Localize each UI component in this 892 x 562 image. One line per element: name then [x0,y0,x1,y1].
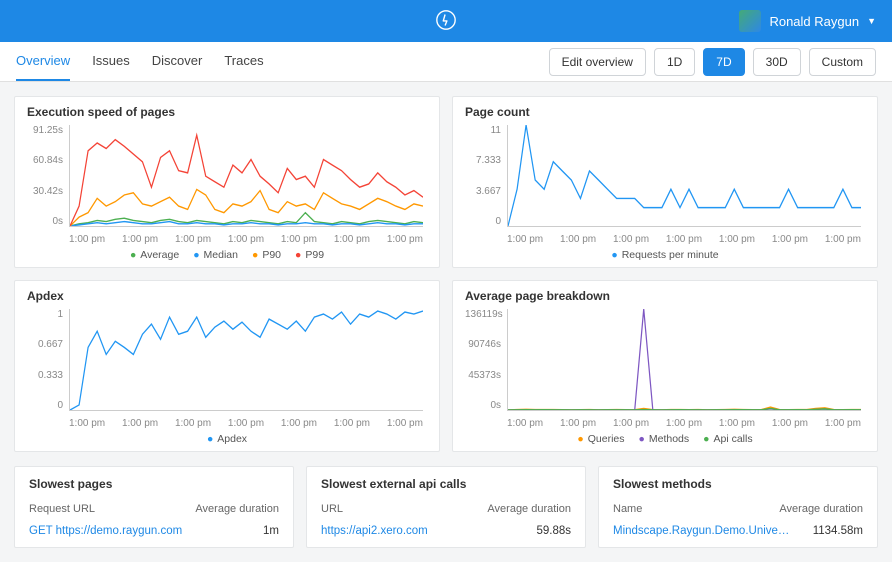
legend: Requests per minute [465,249,865,261]
chart-execution-speed: 91.25s60.84s30.42s0s1:00 pm1:00 pm1:00 p… [27,125,427,245]
legend-methods: Methods [639,433,690,445]
legend-p90: P90 [252,249,281,261]
col-avg-duration: Average duration [779,503,863,515]
col-request-url: Request URL [29,503,95,515]
chart-apdex: 10.6670.33301:00 pm1:00 pm1:00 pm1:00 pm… [27,309,427,429]
cell-duration: 59.88s [536,525,571,537]
legend-p99: P99 [295,249,324,261]
user-menu[interactable]: Ronald Raygun ▼ [739,10,876,32]
legend-median: Median [193,249,238,261]
card-title: Average page breakdown [465,289,865,303]
card-title: Execution speed of pages [27,105,427,119]
table-title: Slowest external api calls [321,477,571,491]
link-url[interactable]: https://api2.xero.com [321,525,428,537]
edit-overview-button[interactable]: Edit overview [549,48,646,76]
legend-rpm: Requests per minute [611,249,718,261]
tab-discover[interactable]: Discover [152,42,203,81]
logo-icon [435,9,457,34]
range-custom-button[interactable]: Custom [809,48,876,76]
legend-queries: Queries [577,433,624,445]
range-7d-button[interactable]: 7D [703,48,744,76]
tab-issues[interactable]: Issues [92,42,130,81]
table-row: https://api2.xero.com 59.88s [321,525,571,537]
cell-duration: 1m [263,525,279,537]
table-header: URL Average duration [321,503,571,515]
legend: Queries Methods Api calls [465,433,865,445]
card-slowest-pages: Slowest pages Request URL Average durati… [14,466,294,548]
table-row: Mindscape.Raygun.Demo.Universe... 1134.5… [613,525,863,537]
chart-breakdown: 136119s90746s45373s0s1:00 pm1:00 pm1:00 … [465,309,865,429]
link-method-name[interactable]: Mindscape.Raygun.Demo.Universe... [613,525,793,537]
link-request-url[interactable]: GET https://demo.raygun.com [29,525,182,537]
avatar [739,10,761,32]
table-header: Name Average duration [613,503,863,515]
header-bar: Ronald Raygun ▼ [0,0,892,42]
col-avg-duration: Average duration [487,503,571,515]
card-execution-speed: Execution speed of pages 91.25s60.84s30.… [14,96,440,268]
tab-traces[interactable]: Traces [224,42,263,81]
nav-tabs: Overview Issues Discover Traces [16,42,264,81]
chevron-down-icon: ▼ [867,16,876,26]
card-title: Apdex [27,289,427,303]
col-url: URL [321,503,343,515]
range-controls: Edit overview 1D 7D 30D Custom [549,48,876,76]
cell-duration: 1134.58m [813,525,863,537]
legend-average: Average [130,249,179,261]
col-name: Name [613,503,642,515]
table-title: Slowest pages [29,477,279,491]
legend: Average Median P90 P99 [27,249,427,261]
range-1d-button[interactable]: 1D [654,48,695,76]
table-row: GET https://demo.raygun.com 1m [29,525,279,537]
card-title: Page count [465,105,865,119]
legend-api: Api calls [703,433,752,445]
card-slowest-api: Slowest external api calls URL Average d… [306,466,586,548]
card-apdex: Apdex 10.6670.33301:00 pm1:00 pm1:00 pm1… [14,280,440,452]
legend: Apdex [27,433,427,445]
subheader: Overview Issues Discover Traces Edit ove… [0,42,892,82]
chart-page-count: 117.3333.66701:00 pm1:00 pm1:00 pm1:00 p… [465,125,865,245]
tab-overview[interactable]: Overview [16,42,70,81]
range-30d-button[interactable]: 30D [753,48,801,76]
col-avg-duration: Average duration [195,503,279,515]
card-page-count: Page count 117.3333.66701:00 pm1:00 pm1:… [452,96,878,268]
user-name: Ronald Raygun [769,14,859,29]
card-slowest-methods: Slowest methods Name Average duration Mi… [598,466,878,548]
legend-apdex: Apdex [207,433,247,445]
table-header: Request URL Average duration [29,503,279,515]
card-breakdown: Average page breakdown 136119s90746s4537… [452,280,878,452]
table-title: Slowest methods [613,477,863,491]
